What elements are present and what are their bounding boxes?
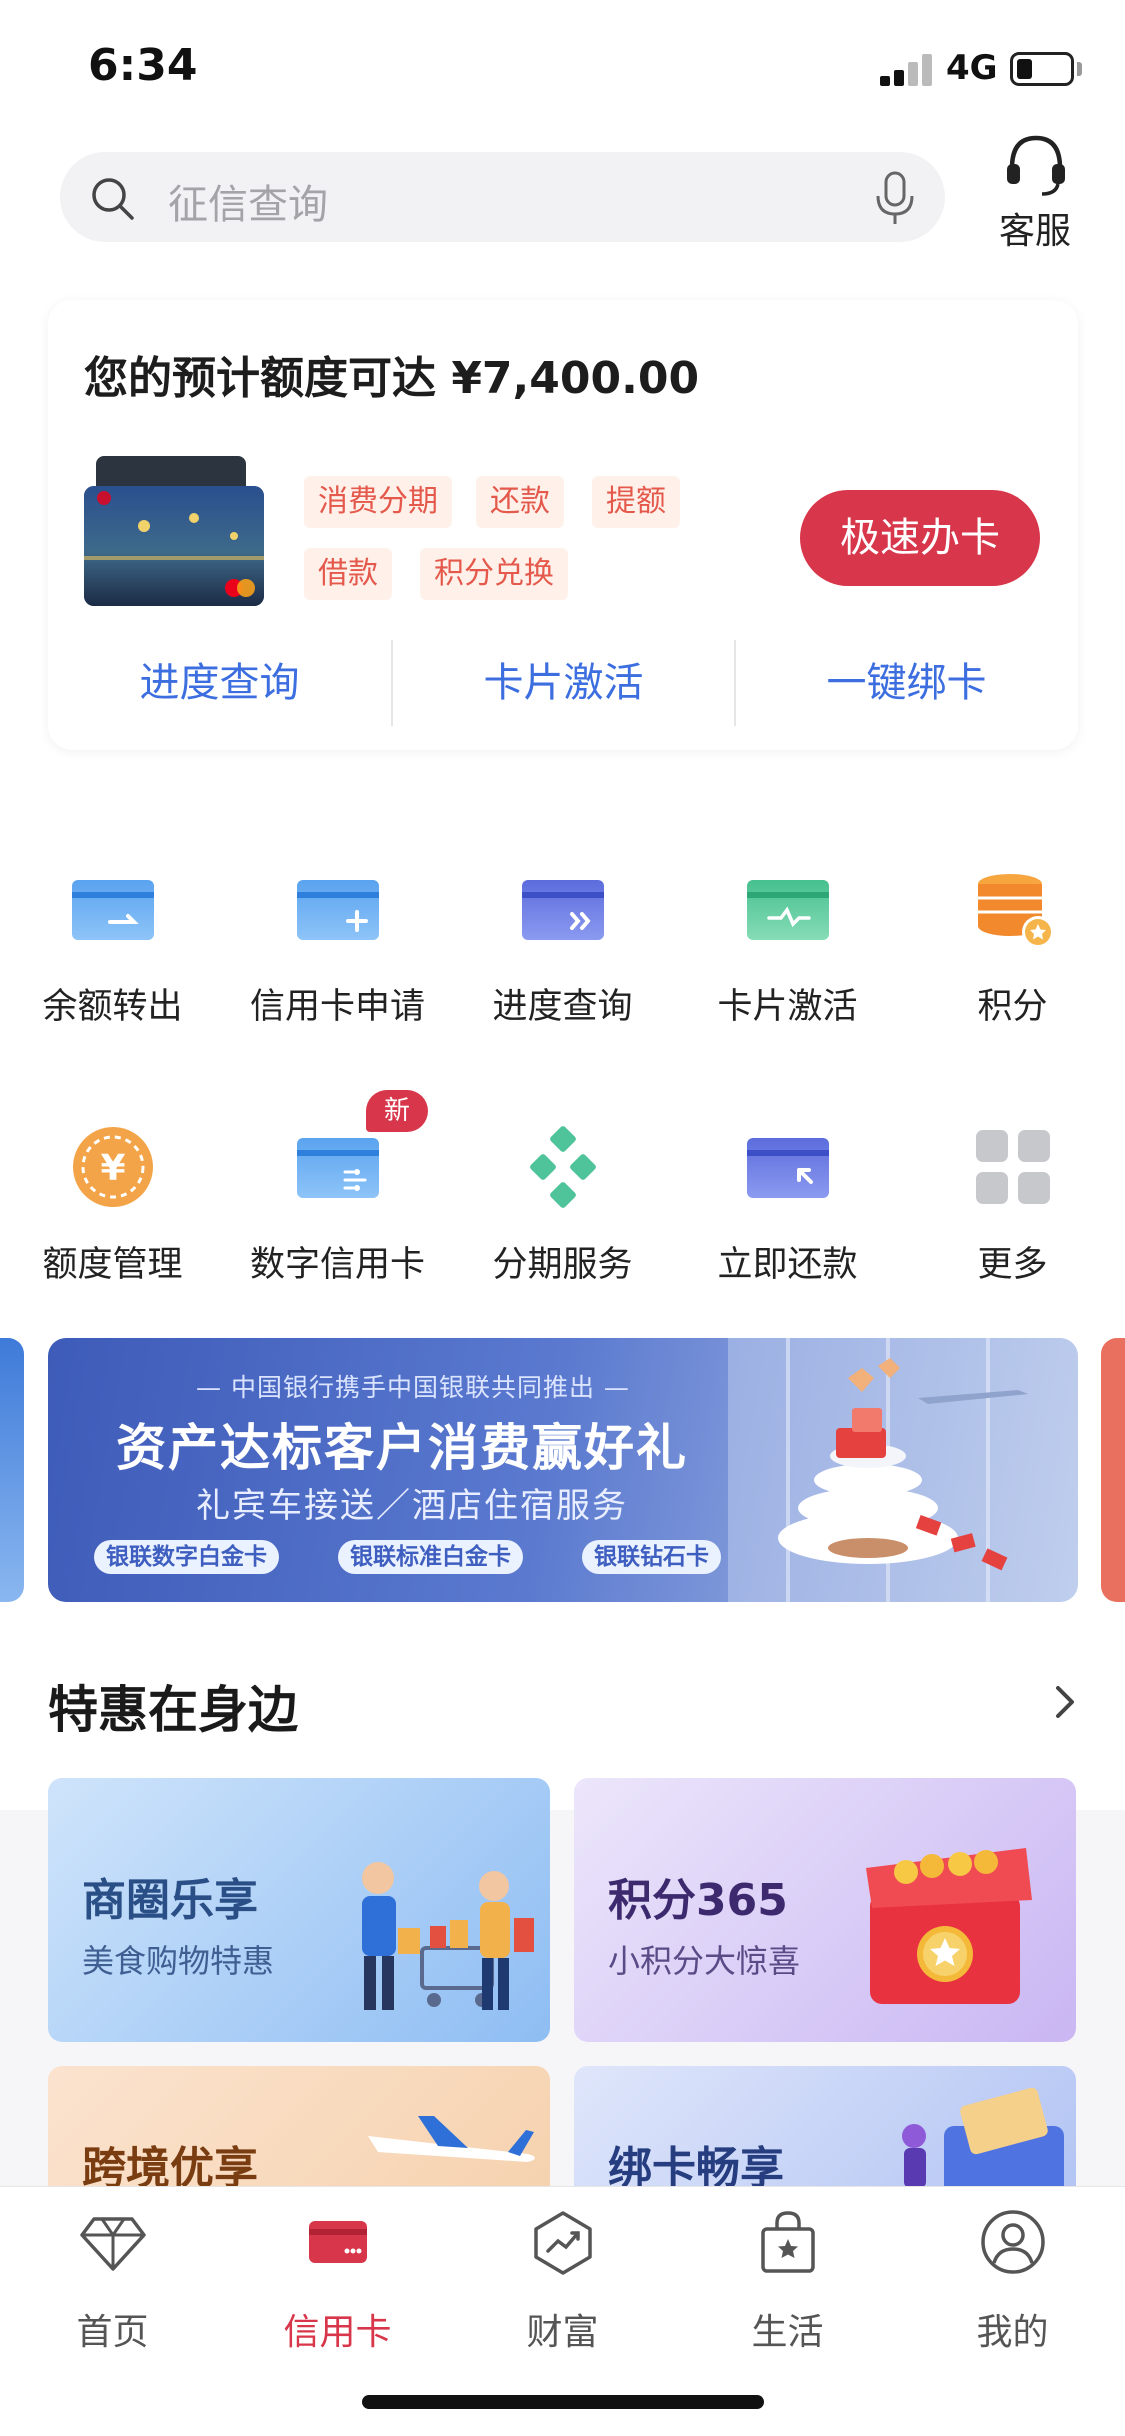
banner-illustration (728, 1338, 1078, 1602)
card-activate-link[interactable]: 卡片激活 (392, 650, 735, 708)
customer-service-button[interactable]: 客服 (990, 132, 1080, 252)
grid-label: 进度查询 (492, 987, 633, 1027)
grid-item-repay[interactable]: 立即还款 (675, 1124, 900, 1304)
grid-item-installment[interactable]: 分期服务 (450, 1124, 675, 1304)
progress-query-icon (522, 880, 604, 940)
installment-icon (530, 1126, 596, 1208)
banner-title: 资产达标客户消费赢好礼 (116, 1419, 688, 1477)
grid-label: 更多 (977, 1245, 1048, 1285)
tab-label: 财富 (526, 2312, 599, 2353)
card-binding-illustration (902, 2087, 1064, 2196)
tab-credit-card[interactable]: 信用卡 (225, 2207, 450, 2357)
tile-title: 积分365 (608, 1875, 788, 1926)
banner-next-peek[interactable] (1101, 1338, 1125, 1602)
benefit-tile-points[interactable]: 积分365 小积分大惊喜 (574, 1778, 1076, 2042)
grid-item-card-apply[interactable]: 信用卡申请 (225, 866, 450, 1046)
fast-apply-button[interactable]: 极速办卡 (800, 490, 1040, 586)
tab-home[interactable]: 首页 (0, 2207, 225, 2357)
battery-tip (1077, 62, 1082, 76)
credit-limit-title: 您的预计额度可达 ¥7,400.00 (84, 353, 700, 404)
signal-icon (880, 52, 936, 86)
card-images (84, 456, 264, 606)
diamond-icon (80, 2217, 146, 2271)
shopping-bag-icon (761, 2211, 815, 2273)
status-time: 6:34 (88, 40, 198, 91)
gift-box-illustration (866, 1848, 1032, 2004)
limit-management-icon: ¥ (73, 1127, 153, 1207)
customer-service-label: 客服 (998, 211, 1071, 252)
svg-text:¥: ¥ (100, 1148, 125, 1189)
new-badge: 新 (366, 1090, 428, 1132)
grid-label: 余额转出 (42, 987, 183, 1027)
tab-label: 我的 (976, 2312, 1049, 2353)
grid-label: 额度管理 (42, 1245, 183, 1285)
repay-icon (747, 1138, 829, 1198)
points-icon (978, 874, 1054, 948)
tab-wealth[interactable]: 财富 (450, 2207, 675, 2357)
grid-item-balance-transfer[interactable]: 余额转出 (0, 866, 225, 1046)
grid-item-card-activate[interactable]: 卡片激活 (675, 866, 900, 1046)
balance-transfer-icon (72, 880, 154, 940)
grid-item-points[interactable]: 积分 (900, 866, 1125, 1046)
grid-label: 积分 (977, 987, 1048, 1027)
card-apply-icon (297, 880, 379, 940)
tile-subtitle: 美食购物特惠 (82, 1942, 275, 1980)
grid-label: 立即还款 (717, 1245, 858, 1285)
home-indicator (362, 2395, 764, 2409)
chevron-right-icon[interactable] (1048, 1680, 1082, 1724)
grid-item-progress-query[interactable]: 进度查询 (450, 866, 675, 1046)
tag-raise-limit[interactable]: 提额 (592, 476, 680, 528)
section-title: 特惠在身边 (48, 1681, 298, 1739)
search-placeholder: 征信查询 (168, 182, 328, 228)
user-icon (981, 2210, 1045, 2274)
credit-limit-card: 您的预计额度可达 ¥7,400.00 消费分期 还款 提额 借款 积分兑换 极速… (48, 300, 1078, 750)
airplane-illustration (368, 2116, 535, 2162)
bind-card-link[interactable]: 一键绑卡 (735, 650, 1078, 708)
card-activate-icon (747, 880, 829, 940)
network-type: 4G (946, 48, 998, 88)
progress-query-link[interactable]: 进度查询 (48, 650, 391, 708)
shopping-illustration (362, 1862, 534, 2010)
tab-label: 首页 (76, 2312, 149, 2353)
battery-icon (1010, 52, 1074, 86)
microphone-icon[interactable] (872, 170, 918, 228)
headset-icon (1007, 135, 1065, 196)
benefit-tile-shopping[interactable]: 商圈乐享 美食购物特惠 (48, 1778, 550, 2042)
grid-item-limit-management[interactable]: ¥ 额度管理 (0, 1124, 225, 1304)
tab-life[interactable]: 生活 (675, 2207, 900, 2357)
banner-pill: 银联标准白金卡 (338, 1540, 523, 1574)
grid-label: 数字信用卡 (249, 1245, 425, 1285)
credit-card-icon (309, 2221, 367, 2263)
wealth-icon (534, 2211, 592, 2275)
tab-label: 信用卡 (283, 2312, 392, 2353)
grid-item-more[interactable]: 更多 (900, 1124, 1125, 1304)
banner-pill: 银联钻石卡 (582, 1540, 721, 1574)
tag-repayment[interactable]: 还款 (476, 476, 564, 528)
tag-borrow[interactable]: 借款 (304, 548, 392, 600)
banner-description: 礼宾车接送／酒店住宿服务 (196, 1486, 628, 1526)
search-icon (92, 178, 134, 220)
grid-label: 卡片激活 (717, 987, 858, 1027)
card-quick-links: 进度查询 卡片激活 一键绑卡 (48, 640, 1078, 730)
search-input[interactable]: 征信查询 (60, 152, 945, 242)
more-icon (976, 1130, 1050, 1204)
tile-subtitle: 小积分大惊喜 (608, 1942, 801, 1980)
tab-label: 生活 (751, 2312, 824, 2353)
grid-item-digital-card[interactable]: 数字信用卡 (225, 1124, 450, 1304)
digital-card-icon (297, 1138, 379, 1198)
grid-label: 信用卡申请 (249, 987, 425, 1027)
promo-banner[interactable]: — 中国银行携手中国银联共同推出 — 资产达标客户消费赢好礼 礼宾车接送／酒店住… (48, 1338, 1078, 1602)
tile-title: 商圈乐享 (82, 1875, 258, 1926)
banner-prev-peek[interactable] (0, 1338, 24, 1602)
tag-installment[interactable]: 消费分期 (304, 476, 452, 528)
tag-points-exchange[interactable]: 积分兑换 (420, 548, 568, 600)
grid-label: 分期服务 (492, 1245, 633, 1285)
banner-subtitle: — 中国银行携手中国银联共同推出 — (196, 1373, 630, 1402)
banner-pill: 银联数字白金卡 (94, 1540, 279, 1574)
tab-mine[interactable]: 我的 (900, 2207, 1125, 2357)
